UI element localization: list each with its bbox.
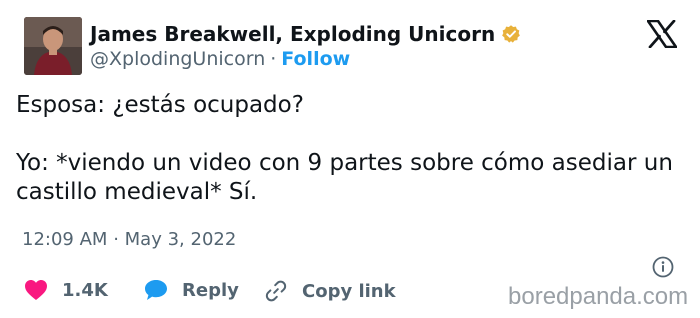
reply-bubble-icon [145, 280, 167, 300]
author-handle[interactable]: @XplodingUnicorn [90, 48, 265, 70]
reply-label: Reply [182, 279, 239, 301]
tweet-line: Esposa: ¿estás ocupado? [16, 92, 304, 118]
author-meta: @XplodingUnicorn · Follow [90, 48, 350, 70]
tweet-timestamp[interactable]: 12:09 AM · May 3, 2022 [22, 229, 236, 250]
tweet-paragraph-gap [16, 120, 686, 149]
x-logo-icon[interactable] [647, 20, 677, 48]
tweet-line: Yo: *viendo un video con 9 partes sobre … [16, 150, 673, 205]
author-name-text[interactable]: James Breakwell, Exploding Unicorn [90, 22, 495, 46]
tweet-text: Esposa: ¿estás ocupado? Yo: *viendo un v… [16, 91, 686, 207]
tweet-time[interactable]: 12:09 AM [22, 229, 107, 250]
like-button[interactable]: 1.4K [24, 279, 108, 301]
reply-button[interactable]: Reply [144, 279, 239, 301]
like-count: 1.4K [62, 279, 108, 301]
info-icon[interactable] [652, 256, 674, 278]
tweet-date[interactable]: May 3, 2022 [125, 229, 237, 250]
follow-button[interactable]: Follow [281, 48, 350, 70]
link-icon [265, 280, 287, 302]
timestamp-separator: · [113, 229, 119, 250]
avatar[interactable] [24, 17, 82, 75]
meta-separator: · [270, 48, 277, 70]
author-name[interactable]: James Breakwell, Exploding Unicorn [90, 22, 521, 46]
copy-link-label: Copy link [302, 280, 396, 302]
verified-badge-icon [502, 25, 521, 43]
watermark: boredpanda.com [508, 283, 689, 310]
heart-icon [25, 280, 47, 300]
copy-link-button[interactable]: Copy link [264, 279, 396, 303]
